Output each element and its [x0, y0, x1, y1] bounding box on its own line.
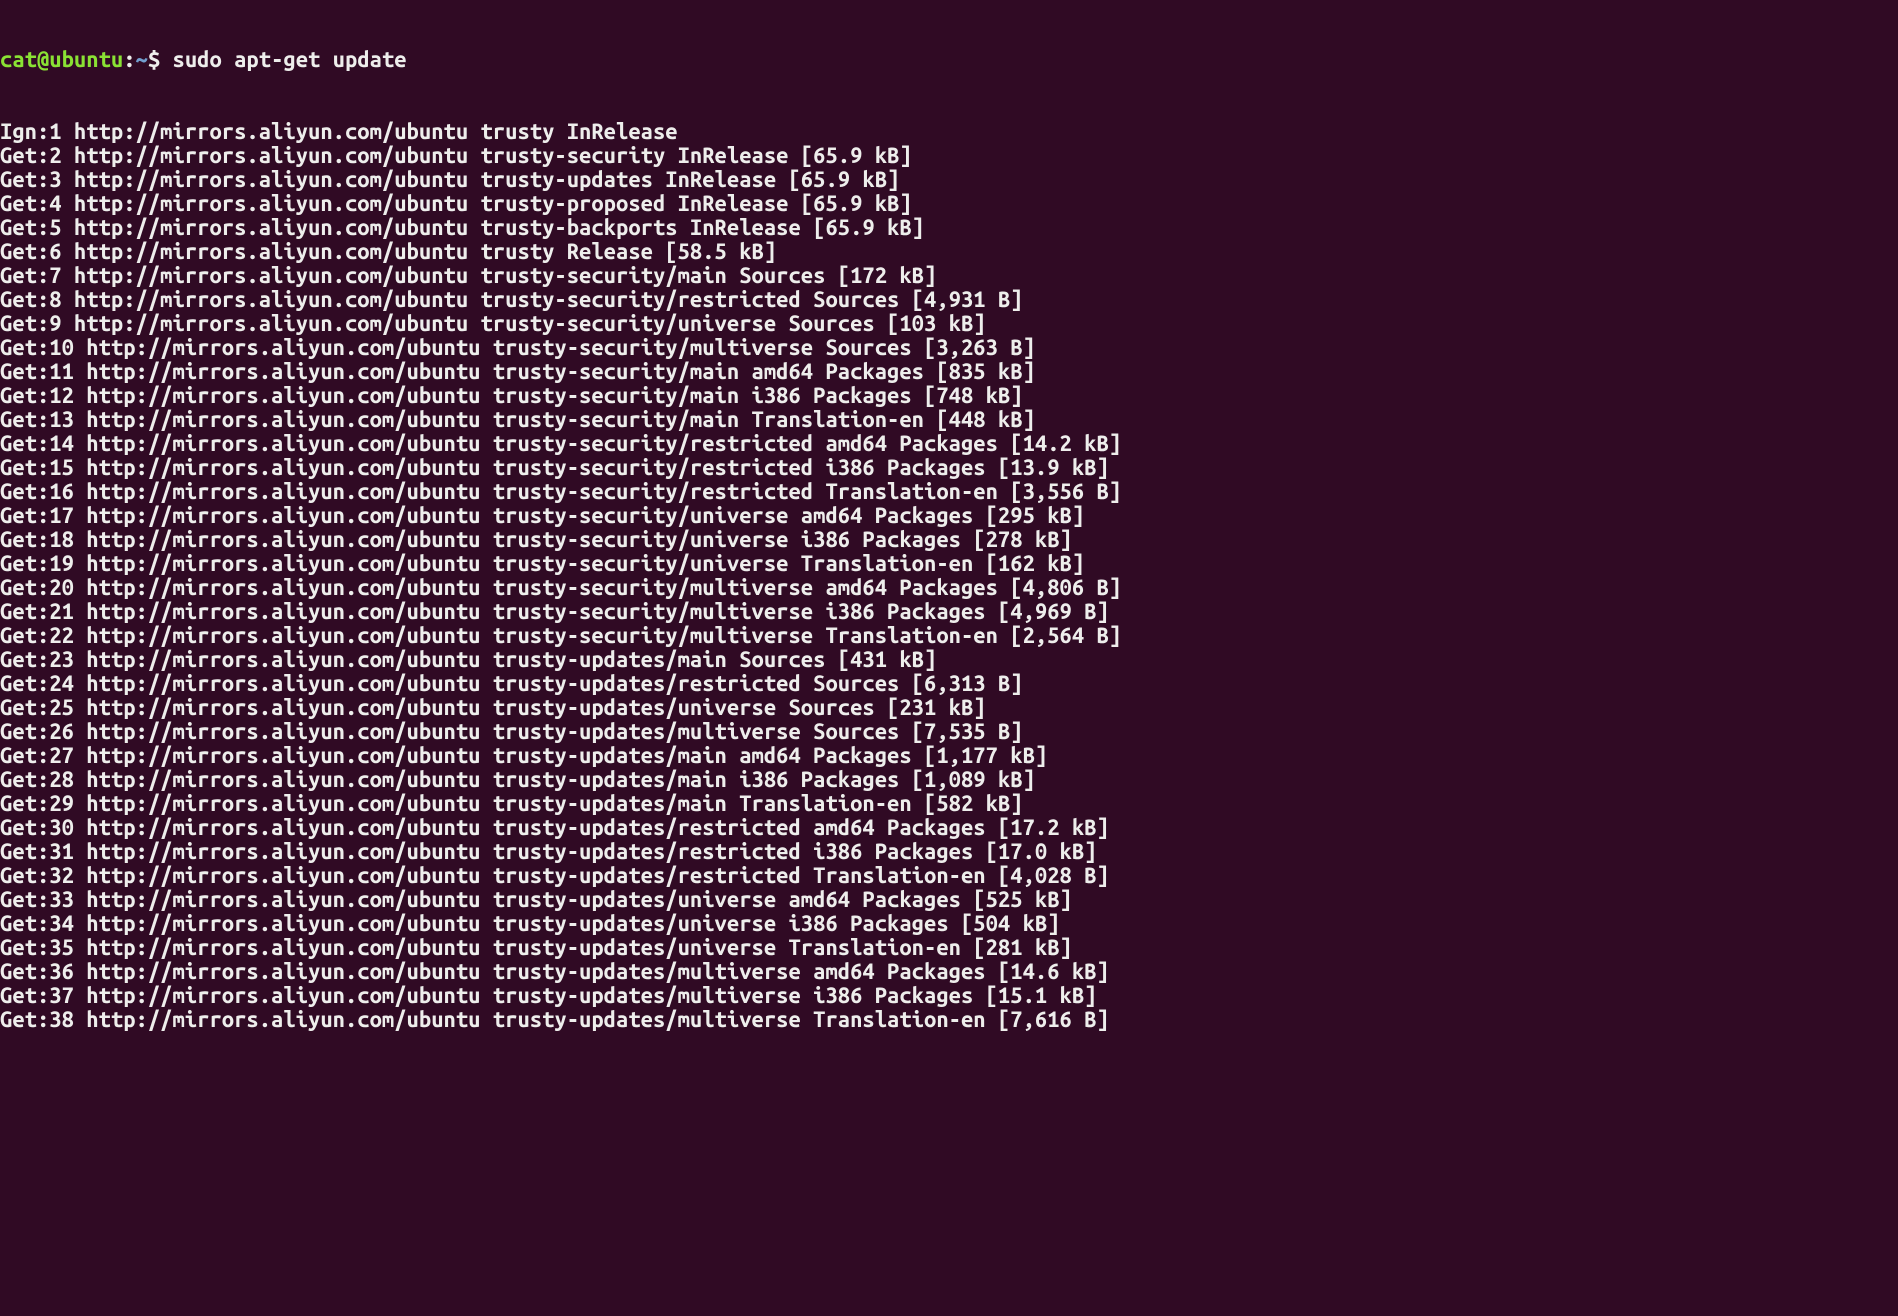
output-line: Ign:1 http://mirrors.aliyun.com/ubuntu t… [0, 120, 1898, 144]
prompt-host: ubuntu [49, 47, 123, 72]
output-line: Get:33 http://mirrors.aliyun.com/ubuntu … [0, 888, 1898, 912]
output-line: Get:2 http://mirrors.aliyun.com/ubuntu t… [0, 144, 1898, 168]
command-input[interactable]: sudo apt-get update [173, 47, 407, 72]
output-line: Get:10 http://mirrors.aliyun.com/ubuntu … [0, 336, 1898, 360]
prompt-dollar: $ [148, 47, 173, 72]
output-line: Get:24 http://mirrors.aliyun.com/ubuntu … [0, 672, 1898, 696]
prompt-line: cat@ubuntu:~$ sudo apt-get update [0, 48, 1898, 72]
prompt-path: ~ [136, 47, 148, 72]
output-line: Get:7 http://mirrors.aliyun.com/ubuntu t… [0, 264, 1898, 288]
output-line: Get:32 http://mirrors.aliyun.com/ubuntu … [0, 864, 1898, 888]
output-line: Get:13 http://mirrors.aliyun.com/ubuntu … [0, 408, 1898, 432]
output-line: Get:11 http://mirrors.aliyun.com/ubuntu … [0, 360, 1898, 384]
prompt-at: @ [37, 47, 49, 72]
output-line: Get:4 http://mirrors.aliyun.com/ubuntu t… [0, 192, 1898, 216]
output-line: Get:31 http://mirrors.aliyun.com/ubuntu … [0, 840, 1898, 864]
output-line: Get:15 http://mirrors.aliyun.com/ubuntu … [0, 456, 1898, 480]
output-line: Get:18 http://mirrors.aliyun.com/ubuntu … [0, 528, 1898, 552]
output-line: Get:22 http://mirrors.aliyun.com/ubuntu … [0, 624, 1898, 648]
terminal-output: Ign:1 http://mirrors.aliyun.com/ubuntu t… [0, 120, 1898, 1032]
prompt-user: cat [0, 47, 37, 72]
prompt-colon: : [123, 47, 135, 72]
output-line: Get:16 http://mirrors.aliyun.com/ubuntu … [0, 480, 1898, 504]
output-line: Get:36 http://mirrors.aliyun.com/ubuntu … [0, 960, 1898, 984]
output-line: Get:38 http://mirrors.aliyun.com/ubuntu … [0, 1008, 1898, 1032]
output-line: Get:9 http://mirrors.aliyun.com/ubuntu t… [0, 312, 1898, 336]
output-line: Get:25 http://mirrors.aliyun.com/ubuntu … [0, 696, 1898, 720]
output-line: Get:27 http://mirrors.aliyun.com/ubuntu … [0, 744, 1898, 768]
output-line: Get:35 http://mirrors.aliyun.com/ubuntu … [0, 936, 1898, 960]
output-line: Get:17 http://mirrors.aliyun.com/ubuntu … [0, 504, 1898, 528]
output-line: Get:19 http://mirrors.aliyun.com/ubuntu … [0, 552, 1898, 576]
output-line: Get:6 http://mirrors.aliyun.com/ubuntu t… [0, 240, 1898, 264]
output-line: Get:23 http://mirrors.aliyun.com/ubuntu … [0, 648, 1898, 672]
output-line: Get:8 http://mirrors.aliyun.com/ubuntu t… [0, 288, 1898, 312]
output-line: Get:3 http://mirrors.aliyun.com/ubuntu t… [0, 168, 1898, 192]
output-line: Get:5 http://mirrors.aliyun.com/ubuntu t… [0, 216, 1898, 240]
output-line: Get:29 http://mirrors.aliyun.com/ubuntu … [0, 792, 1898, 816]
output-line: Get:20 http://mirrors.aliyun.com/ubuntu … [0, 576, 1898, 600]
output-line: Get:14 http://mirrors.aliyun.com/ubuntu … [0, 432, 1898, 456]
output-line: Get:12 http://mirrors.aliyun.com/ubuntu … [0, 384, 1898, 408]
output-line: Get:21 http://mirrors.aliyun.com/ubuntu … [0, 600, 1898, 624]
output-line: Get:30 http://mirrors.aliyun.com/ubuntu … [0, 816, 1898, 840]
output-line: Get:26 http://mirrors.aliyun.com/ubuntu … [0, 720, 1898, 744]
terminal-window[interactable]: cat@ubuntu:~$ sudo apt-get update Ign:1 … [0, 0, 1898, 1056]
output-line: Get:28 http://mirrors.aliyun.com/ubuntu … [0, 768, 1898, 792]
output-line: Get:34 http://mirrors.aliyun.com/ubuntu … [0, 912, 1898, 936]
output-line: Get:37 http://mirrors.aliyun.com/ubuntu … [0, 984, 1898, 1008]
